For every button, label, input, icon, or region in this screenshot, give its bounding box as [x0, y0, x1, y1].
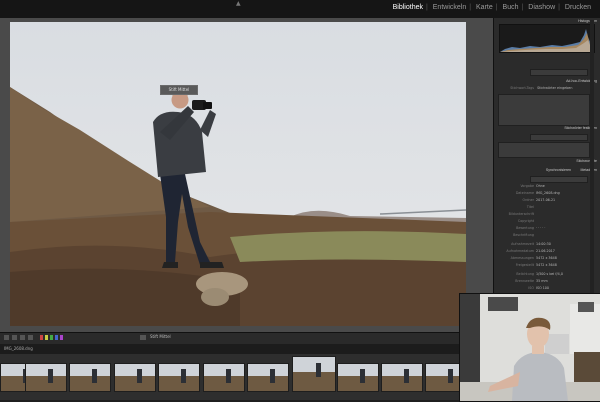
- metadata-value[interactable]: IMG_2608.dng: [536, 191, 560, 195]
- metadata-row: Dateiname IMG_2608.dng: [496, 191, 591, 196]
- grid-view-icon[interactable]: [4, 335, 9, 340]
- photo-scene: [10, 22, 466, 326]
- metadata-value[interactable]: Ohne: [536, 184, 545, 188]
- metadata-value[interactable]: 2017-06-21: [536, 198, 555, 202]
- metadata-value[interactable]: ISO 100: [536, 286, 549, 290]
- filmstrip-thumb[interactable]: [337, 363, 379, 392]
- keyword-suggestions[interactable]: [498, 142, 590, 158]
- module-develop[interactable]: Entwickeln: [430, 4, 469, 11]
- metadata-key: ISO: [528, 286, 534, 290]
- metadata-row: Belichtung 1/500 s bei f/4,0: [496, 272, 591, 277]
- collapse-top-arrow-icon[interactable]: ▲: [236, 0, 241, 7]
- filmstrip-thumb[interactable]: [25, 363, 67, 392]
- filmstrip-thumb[interactable]: [158, 363, 200, 392]
- metadata-row: Copyright: [496, 219, 591, 224]
- metadata-row: Ordner 2017-06-21: [496, 198, 591, 203]
- metadata-key: Beschriftung: [513, 233, 534, 237]
- metadata-row: Bildunterschrift: [496, 212, 591, 217]
- compare-view-icon[interactable]: [20, 335, 25, 340]
- filmstrip-thumb[interactable]: [203, 363, 245, 392]
- metadata-key: Brennweite: [515, 279, 534, 283]
- main-photo[interactable]: [10, 22, 466, 326]
- metadata-row: Abmessungen 5472 x 3648: [496, 256, 591, 261]
- module-library[interactable]: Bibliothek: [390, 4, 426, 11]
- metadata-preset-select[interactable]: [530, 176, 588, 183]
- metadata-key: Ordner: [522, 198, 534, 202]
- label-red-icon[interactable]: [40, 335, 43, 340]
- metadata-value[interactable]: 14:00:30: [536, 242, 551, 246]
- module-book[interactable]: Buch: [500, 4, 522, 11]
- label-yellow-icon[interactable]: [45, 335, 48, 340]
- separator: |: [521, 4, 524, 11]
- loupe-view-icon[interactable]: [12, 335, 17, 340]
- metadata-value[interactable]: 5472 x 3648: [536, 256, 557, 260]
- module-slideshow[interactable]: Diashow: [525, 4, 558, 11]
- metadata-key: Dateiname: [515, 191, 534, 195]
- metadata-value[interactable]: 1/500 s bei f/4,0: [536, 272, 563, 276]
- metadata-key: Abmessungen: [510, 256, 534, 260]
- metadata-value[interactable]: 5472 x 3648: [536, 263, 557, 267]
- metadata-row: Titel: [496, 205, 591, 210]
- label-purple-icon[interactable]: [60, 335, 63, 340]
- metadata-row: Aufnahmedatum 21.06.2017: [496, 249, 591, 254]
- metadata-row: Aufnahmezeit 14:00:30: [496, 242, 591, 247]
- label-green-icon[interactable]: [50, 335, 53, 340]
- filmstrip-thumb[interactable]: [69, 363, 111, 392]
- module-print[interactable]: Drucken: [562, 4, 594, 11]
- metadata-key: Aufnahmedatum: [506, 249, 534, 253]
- metadata-row: Vorgabe Ohne: [496, 184, 591, 189]
- metadata-key: Belichtung: [516, 272, 534, 276]
- module-picker: Bibliothek | Entwickeln | Karte | Buch | Dia…: [390, 4, 594, 11]
- histogram-graph: [500, 29, 594, 52]
- filmstrip-thumb[interactable]: [247, 363, 289, 392]
- metadata-row: Freigestellt 5472 x 3648: [496, 263, 591, 268]
- filmstrip-thumb-selected[interactable]: [292, 356, 336, 392]
- webcam-overlay: [459, 293, 600, 402]
- brush-size-label[interactable]: Stift Mittel: [150, 334, 171, 339]
- tooltip: Stift Mittel: [160, 85, 198, 95]
- metadata-row: Brennweite 35 mm: [496, 279, 591, 284]
- label-blue-icon[interactable]: [55, 335, 58, 340]
- module-map[interactable]: Karte: [473, 4, 496, 11]
- histogram-title[interactable]: Histogramm: [578, 19, 597, 23]
- metadata-key: Freigestellt: [515, 263, 534, 267]
- metadata-key: Vorgabe: [520, 184, 534, 188]
- separator: |: [425, 4, 428, 11]
- keyword-tags-value[interactable]: Stichwörter eingeben: [537, 86, 572, 90]
- separator: |: [558, 4, 560, 11]
- keyword-set-select[interactable]: [530, 134, 588, 141]
- keyword-input-area[interactable]: [498, 94, 590, 126]
- metadata-row: Beschriftung: [496, 233, 591, 238]
- metadata-value[interactable]: 35 mm: [536, 279, 548, 283]
- metadata-row: ISO ISO 100: [496, 286, 591, 291]
- separator: |: [495, 4, 498, 11]
- keyword-tags-row: Stichwort-Tags Stichwörter eingeben: [496, 86, 591, 91]
- survey-view-icon[interactable]: [28, 335, 33, 340]
- filmstrip-filename: IMG_2608.dng: [4, 346, 33, 351]
- preset-select[interactable]: [530, 69, 588, 76]
- filmstrip-thumb[interactable]: [381, 363, 423, 392]
- keyword-tags-label: Stichwort-Tags: [510, 86, 534, 90]
- webcam-scene: [460, 294, 600, 401]
- separator: |: [469, 4, 472, 11]
- metadata-key: Bewertung: [516, 226, 534, 230]
- metadata-key: Aufnahmezeit: [511, 242, 534, 246]
- metadata-key: Bildunterschrift: [508, 212, 534, 216]
- metadata-row: Bewertung · · · · ·: [496, 226, 591, 231]
- filmstrip-thumb[interactable]: [114, 363, 156, 392]
- metadata-value[interactable]: 21.06.2017: [536, 249, 555, 253]
- sync-metadata-button[interactable]: Synchronisieren: [546, 168, 571, 172]
- brush-icon[interactable]: [140, 335, 146, 340]
- metadata-value[interactable]: · · · · ·: [536, 226, 545, 230]
- metadata-key: Titel: [526, 205, 534, 209]
- metadata-title[interactable]: Metadaten: [580, 168, 597, 172]
- metadata-key: Copyright: [517, 219, 534, 223]
- histogram: [499, 24, 595, 53]
